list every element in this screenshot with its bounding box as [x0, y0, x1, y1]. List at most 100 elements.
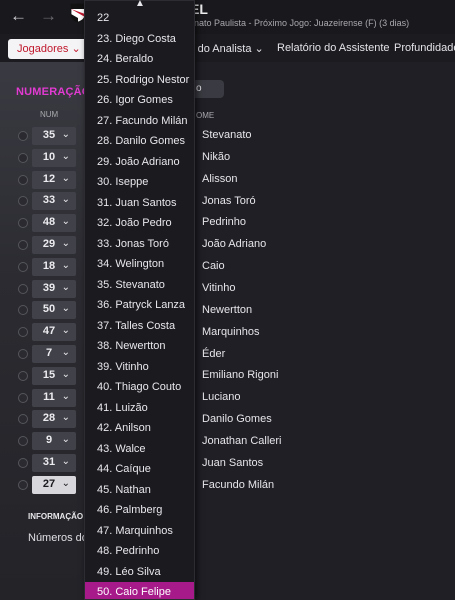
- dropdown-item[interactable]: 42. Anilson: [85, 418, 194, 438]
- number-select[interactable]: 28 ⌄: [32, 410, 76, 429]
- number-value: 7: [45, 347, 53, 359]
- dropdown-item[interactable]: 24. Beraldo: [85, 49, 194, 69]
- section-title: NUMERAÇÃO: [16, 86, 91, 98]
- player-name[interactable]: Emiliano Rigoni: [202, 369, 278, 381]
- number-select[interactable]: 10 ⌄: [32, 148, 76, 167]
- number-select[interactable]: 9 ⌄: [32, 432, 76, 451]
- arrow-left-icon[interactable]: ←: [10, 6, 27, 26]
- dropdown-item[interactable]: 40. Thiago Couto: [85, 377, 194, 397]
- dropdown-item[interactable]: 44. Caíque: [85, 459, 194, 479]
- jogadores-dropdown-button[interactable]: Jogadores ⌄: [8, 39, 90, 59]
- player-name[interactable]: Caio: [202, 260, 225, 272]
- number-row: 33 ⌄: [14, 191, 84, 211]
- number-value: 39: [42, 281, 56, 294]
- row-checkbox[interactable]: [18, 327, 28, 338]
- dropdown-item[interactable]: 30. Iseppe: [85, 172, 194, 192]
- row-checkbox[interactable]: [18, 196, 28, 207]
- dropdown-item[interactable]: 50. Caio Felipe: [85, 582, 194, 599]
- number-select[interactable]: 7 ⌄: [32, 345, 76, 363]
- tab-relatorio-analista[interactable]: io do Analista ⌄: [186, 42, 264, 55]
- number-row: 12 ⌄: [14, 170, 84, 190]
- dropdown-item[interactable]: 28. Danilo Gomes: [85, 131, 194, 151]
- dropdown-item[interactable]: 47. Marquinhos: [85, 521, 194, 541]
- dropdown-item[interactable]: 36. Patryck Lanza: [85, 295, 194, 315]
- chevron-down-icon: ⌄: [61, 412, 70, 424]
- number-select[interactable]: 39 ⌄: [32, 279, 76, 298]
- number-row: 9 ⌄: [14, 431, 84, 451]
- player-name[interactable]: Newertton: [202, 304, 252, 316]
- dropdown-item[interactable]: 27. Facundo Milán: [85, 111, 194, 131]
- row-checkbox[interactable]: [18, 349, 28, 359]
- dropdown-item[interactable]: 45. Nathan: [85, 480, 194, 500]
- number-value: 9: [45, 434, 53, 447]
- dropdown-item[interactable]: 22: [85, 8, 194, 28]
- player-name[interactable]: Marquinhos: [202, 326, 259, 338]
- row-checkbox[interactable]: [18, 414, 28, 425]
- tab-relatorio-assistente[interactable]: Relatório do Assistente: [277, 42, 390, 54]
- player-name[interactable]: Alisson: [202, 173, 237, 185]
- player-name[interactable]: Danilo Gomes: [202, 413, 272, 425]
- dropdown-item[interactable]: 46. Palmberg: [85, 500, 194, 520]
- player-name[interactable]: Vitinho: [202, 282, 235, 294]
- dropdown-item[interactable]: 49. Léo Silva: [85, 562, 194, 582]
- player-name[interactable]: Nikão: [202, 151, 230, 163]
- number-dropdown-list[interactable]: 22 23. Diego Costa 24. Beraldo 25. Rodrigo …: [84, 0, 195, 600]
- row-checkbox[interactable]: [18, 240, 28, 250]
- player-name[interactable]: João Adriano: [202, 238, 266, 250]
- number-select[interactable]: 31 ⌄: [32, 454, 76, 472]
- tab-profundidade[interactable]: Profundidade: [394, 42, 455, 54]
- dropdown-item[interactable]: 41. Luizão: [85, 398, 194, 418]
- dropdown-item[interactable]: 29. João Adriano: [85, 152, 194, 172]
- chevron-down-icon: ⌄: [61, 129, 70, 140]
- dropdown-item[interactable]: 26. Igor Gomes: [85, 90, 194, 110]
- dropdown-item[interactable]: 38. Newertton: [85, 336, 194, 356]
- chevron-down-icon: ⌄: [61, 477, 70, 489]
- row-checkbox[interactable]: [18, 283, 28, 294]
- row-checkbox[interactable]: [18, 174, 28, 185]
- dropdown-item[interactable]: 34. Welington: [85, 254, 194, 274]
- player-name[interactable]: Stevanato: [202, 129, 252, 141]
- row-checkbox[interactable]: [18, 218, 28, 229]
- player-name[interactable]: Éder: [202, 348, 225, 360]
- chevron-down-icon: ⌄: [61, 347, 70, 358]
- dropdown-item[interactable]: 43. Walce: [85, 439, 194, 459]
- arrow-right-icon[interactable]: →: [40, 6, 57, 26]
- jogadores-label: Jogadores: [17, 43, 69, 55]
- number-select[interactable]: 35 ⌄: [32, 127, 76, 145]
- scroll-up-icon[interactable]: ▲: [135, 0, 145, 9]
- dropdown-item[interactable]: 48. Pedrinho: [85, 541, 194, 561]
- row-checkbox[interactable]: [18, 392, 28, 403]
- number-select[interactable]: 47 ⌄: [32, 323, 76, 342]
- row-checkbox[interactable]: [18, 458, 28, 468]
- number-select[interactable]: 33 ⌄: [32, 192, 76, 211]
- number-select[interactable]: 12 ⌄: [32, 170, 76, 189]
- row-checkbox[interactable]: [18, 152, 28, 163]
- dropdown-item[interactable]: 31. Juan Santos: [85, 193, 194, 213]
- number-select[interactable]: 15 ⌄: [32, 366, 76, 385]
- player-name[interactable]: Luciano: [202, 391, 241, 403]
- row-checkbox[interactable]: [18, 261, 28, 272]
- row-checkbox[interactable]: [18, 131, 28, 141]
- dropdown-item[interactable]: 35. Stevanato: [85, 275, 194, 295]
- dropdown-item[interactable]: 25. Rodrigo Nestor: [85, 70, 194, 90]
- player-name[interactable]: Jonas Toró: [202, 195, 256, 207]
- dropdown-item[interactable]: 32. João Pedro: [85, 213, 194, 233]
- player-name[interactable]: Juan Santos: [202, 457, 263, 469]
- number-select[interactable]: 18 ⌄: [32, 257, 76, 276]
- player-name[interactable]: Jonathan Calleri: [202, 435, 282, 447]
- dropdown-item[interactable]: 33. Jonas Toró: [85, 234, 194, 254]
- number-select[interactable]: 50 ⌄: [32, 301, 76, 320]
- dropdown-item[interactable]: 39. Vitinho: [85, 357, 194, 377]
- dropdown-item[interactable]: 23. Diego Costa: [85, 29, 194, 49]
- player-name[interactable]: Pedrinho: [202, 216, 246, 228]
- number-select[interactable]: 29 ⌄: [32, 236, 76, 254]
- dropdown-item[interactable]: 37. Talles Costa: [85, 316, 194, 336]
- row-checkbox[interactable]: [18, 305, 28, 316]
- player-name[interactable]: Facundo Milán: [202, 479, 274, 491]
- row-checkbox[interactable]: [18, 436, 28, 447]
- number-select[interactable]: 11 ⌄: [32, 388, 76, 407]
- row-checkbox[interactable]: [18, 479, 28, 490]
- row-checkbox[interactable]: [18, 370, 28, 381]
- number-select[interactable]: 27 ⌄: [32, 475, 76, 494]
- number-select[interactable]: 48 ⌄: [32, 214, 76, 233]
